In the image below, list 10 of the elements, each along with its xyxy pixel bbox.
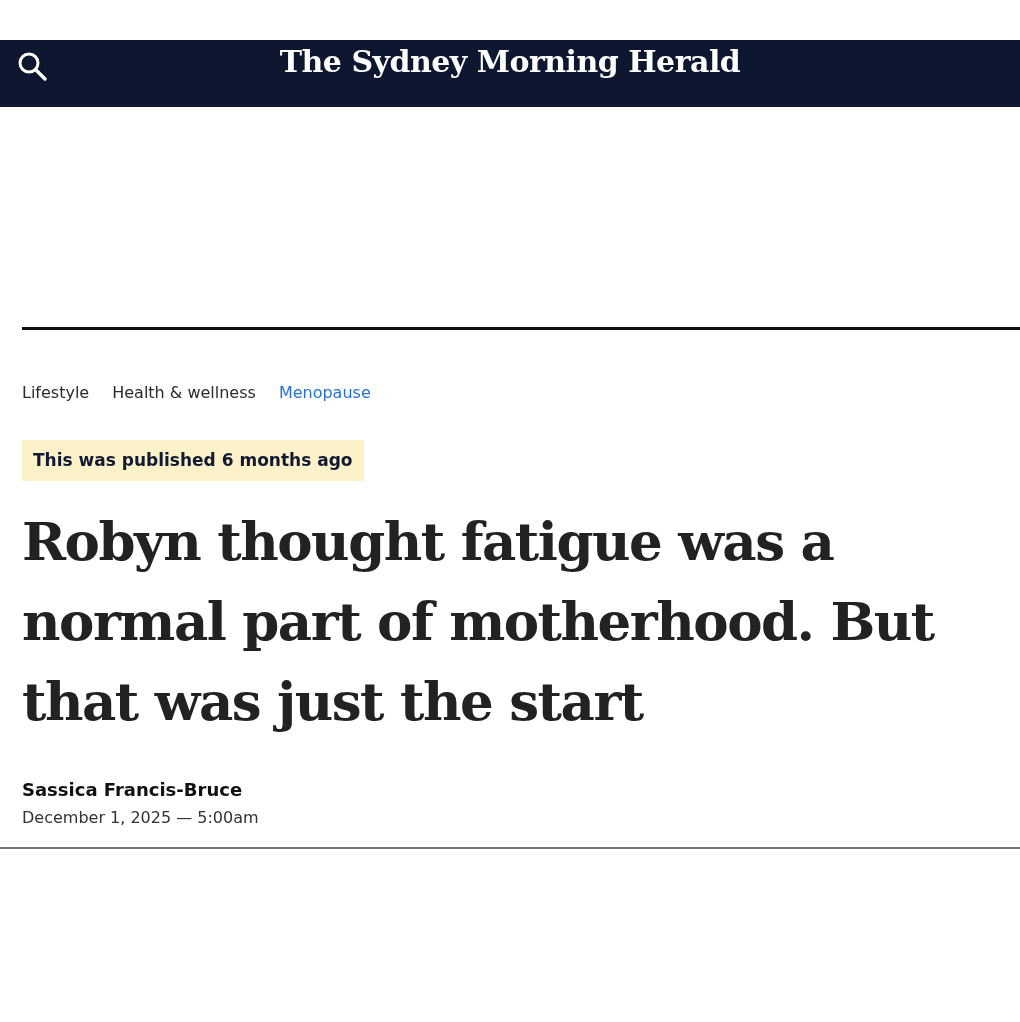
publish-date: December 1, 2025 — 5:00am <box>22 808 260 827</box>
publication-notice: This was published 6 months ago <box>22 440 364 481</box>
headline: Robyn thought fatigue was a normal part of motherhood. But that was just the start <box>22 509 936 734</box>
search-button[interactable] <box>16 50 48 82</box>
author-name: Sassica Francis-Bruce <box>22 779 244 800</box>
search-icon <box>16 50 48 82</box>
breadcrumb-link[interactable]: Menopause <box>278 383 371 402</box>
breadcrumb-link[interactable]: Health & wellness <box>112 383 256 402</box>
site-logo[interactable]: The Sydney Morning Herald <box>279 44 741 79</box>
breadcrumb-link[interactable]: Lifestyle <box>22 383 90 402</box>
